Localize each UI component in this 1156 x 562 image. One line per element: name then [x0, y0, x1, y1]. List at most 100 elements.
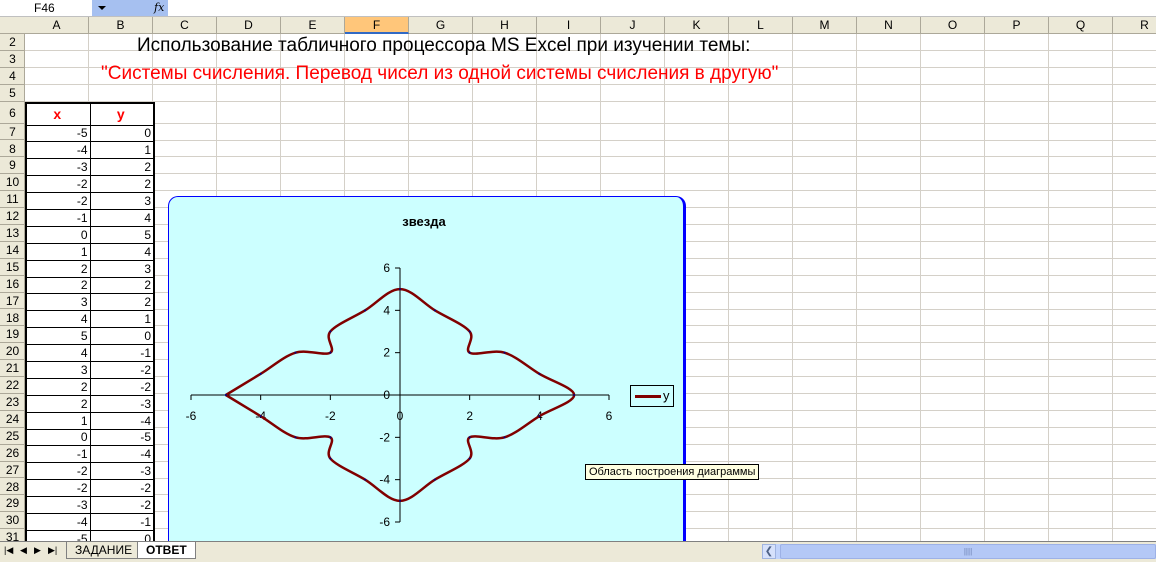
horizontal-scrollbar[interactable]: ❮ |||| — [762, 544, 1156, 559]
cell-x[interactable]: -2 — [25, 479, 91, 498]
column-header-I[interactable]: I — [537, 17, 601, 34]
cell-x[interactable]: -5 — [25, 124, 91, 143]
cell-y[interactable]: -4 — [89, 445, 155, 464]
row-header-14[interactable]: 14 — [0, 242, 25, 259]
row-header-28[interactable]: 28 — [0, 479, 25, 496]
cell-x[interactable]: 3 — [25, 360, 91, 379]
cell-x[interactable]: -1 — [25, 208, 91, 227]
row-header-29[interactable]: 29 — [0, 495, 25, 513]
next-sheet-button[interactable]: ▶ — [34, 545, 41, 556]
row-header-21[interactable]: 21 — [0, 360, 25, 378]
cell-x[interactable]: 0 — [25, 428, 91, 447]
column-header-R[interactable]: R — [1113, 17, 1156, 34]
row-header-13[interactable]: 13 — [0, 225, 25, 242]
row-header-3[interactable]: 3 — [0, 51, 25, 68]
cell-x[interactable]: 3 — [25, 293, 91, 312]
column-header-O[interactable]: O — [921, 17, 985, 34]
column-header-K[interactable]: K — [665, 17, 729, 34]
cell-y[interactable]: 4 — [89, 242, 155, 261]
column-header-F[interactable]: F — [345, 17, 409, 34]
name-box-dropdown[interactable]: fx — [92, 0, 168, 16]
cell-x[interactable]: 1 — [25, 411, 91, 430]
cell-x[interactable]: -3 — [25, 496, 91, 514]
row-header-4[interactable]: 4 — [0, 68, 25, 85]
cell-x[interactable]: 5 — [25, 327, 91, 346]
row-header-23[interactable]: 23 — [0, 394, 25, 411]
cell-x[interactable]: 2 — [25, 394, 91, 413]
cell-x[interactable]: 4 — [25, 310, 91, 329]
column-header-A[interactable]: A — [25, 17, 89, 34]
cell-x[interactable]: -4 — [25, 512, 91, 531]
chart-area[interactable] — [168, 196, 686, 556]
cell-y[interactable]: 2 — [89, 175, 155, 194]
cell-x[interactable]: 2 — [25, 377, 91, 396]
row-header-5[interactable]: 5 — [0, 85, 25, 102]
cell-y[interactable]: 0 — [89, 327, 155, 346]
cell-y[interactable]: 0 — [89, 124, 155, 143]
cell-x[interactable]: 1 — [25, 242, 91, 261]
row-header-30[interactable]: 30 — [0, 512, 25, 530]
cell-x[interactable]: -4 — [25, 141, 91, 160]
cell-y[interactable]: -4 — [89, 411, 155, 430]
column-header-y[interactable]: y — [89, 102, 155, 126]
chart-legend[interactable]: y — [630, 385, 674, 407]
column-header-E[interactable]: E — [281, 17, 345, 34]
sheet-tab-zadanie[interactable]: ЗАДАНИЕ — [66, 542, 142, 559]
row-header-16[interactable]: 16 — [0, 276, 25, 293]
row-header-6[interactable]: 6 — [0, 102, 25, 124]
row-header-19[interactable]: 19 — [0, 326, 25, 344]
cell-x[interactable]: 2 — [25, 276, 91, 295]
cell-y[interactable]: 2 — [89, 276, 155, 295]
scroll-left-button[interactable]: ❮ — [762, 544, 776, 559]
column-header-B[interactable]: B — [89, 17, 153, 34]
scroll-thumb[interactable]: |||| — [780, 544, 1156, 559]
cell-y[interactable]: 2 — [89, 293, 155, 312]
cell-y[interactable]: 3 — [89, 259, 155, 278]
sheet-tab-otvet[interactable]: ОТВЕТ — [137, 542, 196, 559]
cell-y[interactable]: 1 — [89, 310, 155, 329]
cell-y[interactable]: -2 — [89, 496, 155, 514]
row-header-8[interactable]: 8 — [0, 141, 25, 158]
row-header-10[interactable]: 10 — [0, 174, 25, 192]
prev-sheet-button[interactable]: ◀ — [20, 545, 27, 556]
cell-y[interactable]: 5 — [89, 225, 155, 244]
row-header-27[interactable]: 27 — [0, 462, 25, 479]
row-header-22[interactable]: 22 — [0, 377, 25, 394]
cell-y[interactable]: -1 — [89, 344, 155, 362]
column-header-J[interactable]: J — [601, 17, 665, 34]
chart-title[interactable]: звезда — [402, 214, 445, 229]
cell-x[interactable]: -2 — [25, 175, 91, 194]
row-header-11[interactable]: 11 — [0, 191, 25, 209]
cell-x[interactable]: -2 — [25, 462, 91, 481]
cell-y[interactable]: -2 — [89, 479, 155, 498]
row-header-12[interactable]: 12 — [0, 208, 25, 225]
fx-icon[interactable]: fx — [154, 0, 164, 16]
column-header-D[interactable]: D — [217, 17, 281, 34]
column-header-P[interactable]: P — [985, 17, 1049, 34]
cell-y[interactable]: 2 — [89, 158, 155, 177]
column-header-C[interactable]: C — [153, 17, 217, 34]
cell-y[interactable]: 3 — [89, 192, 155, 210]
cell-y[interactable]: -1 — [89, 512, 155, 531]
column-header-M[interactable]: M — [793, 17, 857, 34]
column-header-N[interactable]: N — [857, 17, 921, 34]
column-header-Q[interactable]: Q — [1049, 17, 1113, 34]
cell-x[interactable]: 2 — [25, 259, 91, 278]
cell-y[interactable]: -2 — [89, 360, 155, 379]
first-sheet-button[interactable]: |◀ — [4, 545, 13, 556]
row-header-24[interactable]: 24 — [0, 411, 25, 428]
cell-x[interactable]: -2 — [25, 192, 91, 210]
row-header-9[interactable]: 9 — [0, 157, 25, 175]
row-header-25[interactable]: 25 — [0, 428, 25, 445]
cell-y[interactable]: -5 — [89, 428, 155, 447]
column-header-L[interactable]: L — [729, 17, 793, 34]
row-header-17[interactable]: 17 — [0, 293, 25, 310]
column-header-H[interactable]: H — [473, 17, 537, 34]
row-header-26[interactable]: 26 — [0, 445, 25, 462]
column-header-G[interactable]: G — [409, 17, 473, 34]
row-header-18[interactable]: 18 — [0, 310, 25, 327]
row-header-2[interactable]: 2 — [0, 34, 25, 51]
row-header-15[interactable]: 15 — [0, 259, 25, 276]
row-header-7[interactable]: 7 — [0, 124, 25, 141]
cell-y[interactable]: 1 — [89, 141, 155, 160]
